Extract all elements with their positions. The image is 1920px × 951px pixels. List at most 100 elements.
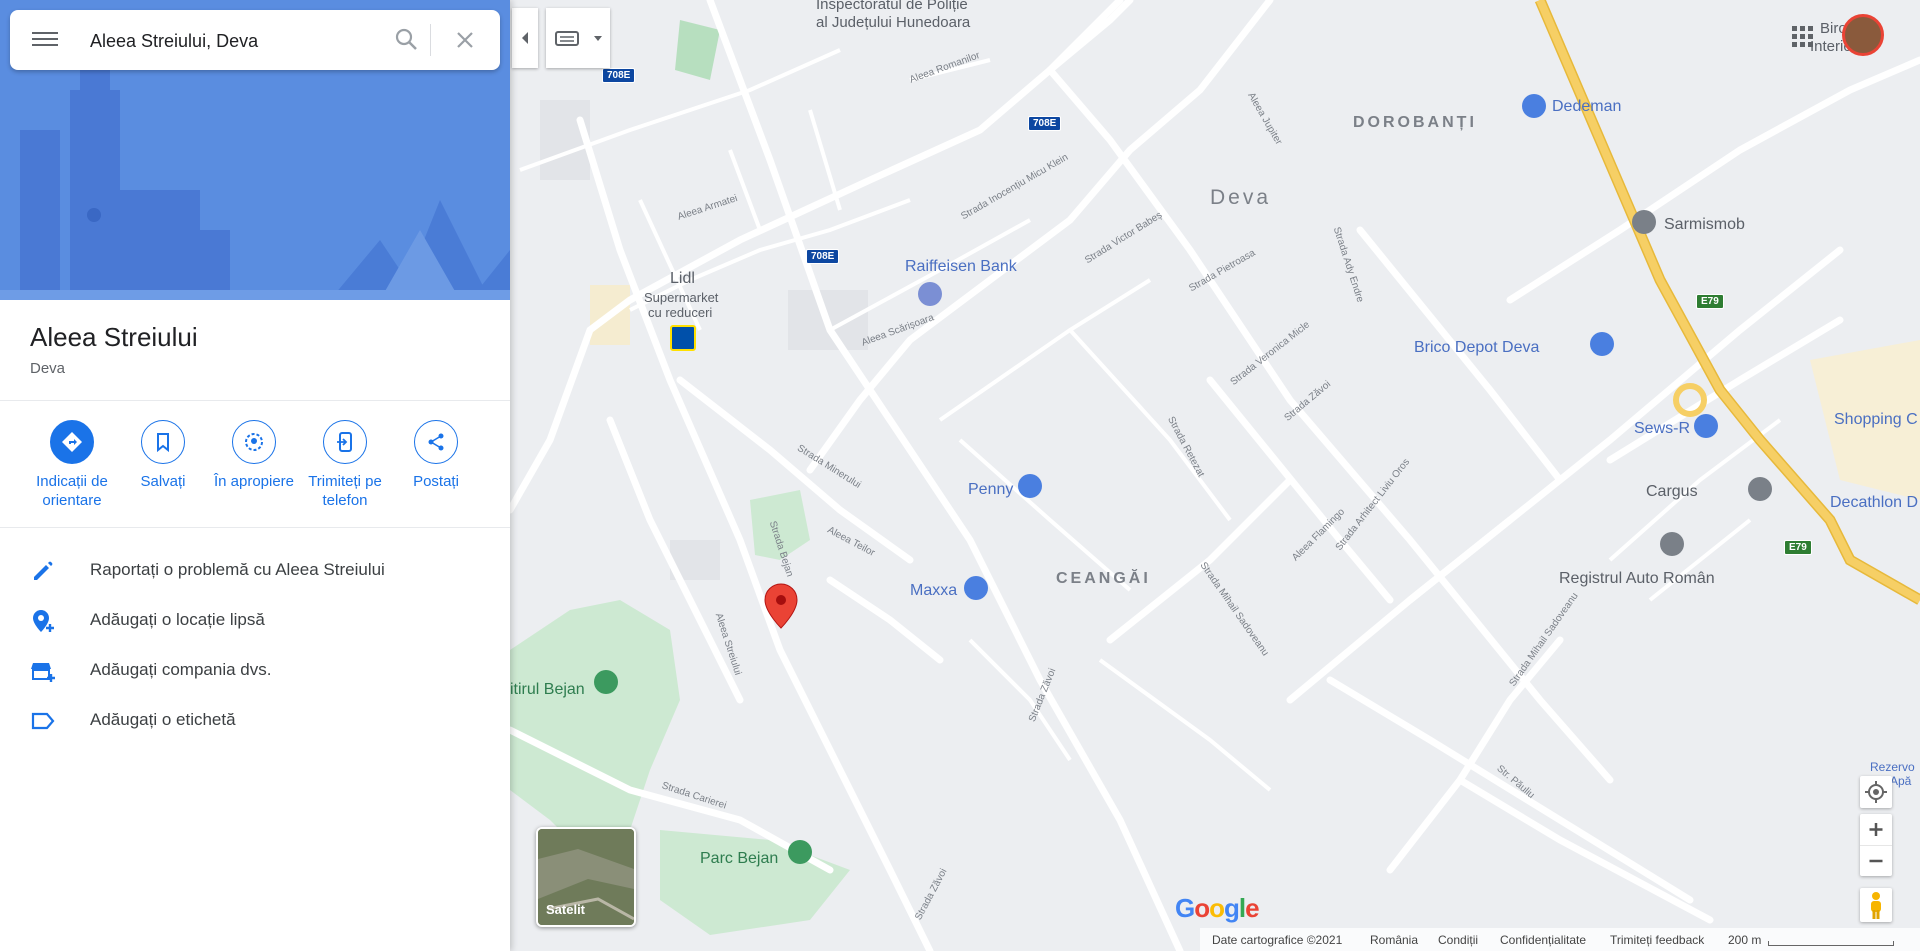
apps-grid-icon[interactable]: [1790, 24, 1816, 50]
search-input[interactable]: [88, 25, 362, 57]
hamburger-icon-line: [32, 44, 58, 46]
divider: [0, 400, 510, 401]
save-button[interactable]: Salvați: [118, 420, 208, 491]
poi-sub-lidl: Supermarket: [644, 290, 719, 305]
action-label: Trimiteți pe telefon: [308, 473, 382, 509]
action-label: Indicații de orientare: [36, 473, 108, 509]
send-to-phone-icon: [323, 420, 367, 464]
minus-icon: [1869, 859, 1883, 863]
avatar[interactable]: [1842, 14, 1884, 56]
row-label: Raportați o problemă cu Aleea Streiului: [90, 560, 385, 579]
add-label-row[interactable]: Adăugați o etichetă: [0, 696, 510, 746]
search-button[interactable]: [394, 27, 420, 53]
bank-icon[interactable]: [918, 282, 942, 306]
directions-button[interactable]: Indicații de orientare: [27, 420, 117, 510]
shopping-bag-icon[interactable]: [1694, 414, 1718, 438]
shopping-cart-icon[interactable]: [1018, 474, 1042, 498]
poi-label-lidl[interactable]: Lidl: [670, 270, 695, 288]
poi-label-inspectorat[interactable]: Inspectoratul de Poliție: [816, 0, 968, 13]
crosshair-icon: [1865, 781, 1887, 803]
shopping-bag-icon[interactable]: [964, 576, 988, 600]
poi-label-parc-bejan[interactable]: Parc Bejan: [700, 850, 778, 868]
satellite-layer-toggle[interactable]: Satelit: [536, 827, 636, 927]
poi-label-cargus[interactable]: Cargus: [1646, 483, 1698, 501]
add-business-row[interactable]: Adăugați compania dvs.: [0, 646, 510, 696]
action-label: În apropiere: [213, 473, 295, 490]
place-panel: Aleea Streiului Deva Indicații de orient…: [0, 0, 510, 951]
collapse-panel-button[interactable]: [512, 8, 538, 68]
shopping-bag-icon[interactable]: [1522, 94, 1546, 118]
action-label: Salvați: [140, 473, 186, 490]
send-to-phone-button[interactable]: Trimiteți pe telefon: [300, 420, 390, 510]
place-title: Aleea Streiului: [30, 322, 198, 352]
scale-label[interactable]: 200 m: [1728, 933, 1761, 947]
keyboard-icon: [555, 31, 602, 46]
poi-label-rezervor[interactable]: Rezervo: [1870, 760, 1915, 774]
zoom-control: [1860, 814, 1892, 876]
country-link[interactable]: România: [1370, 933, 1418, 947]
poi-label-registrul[interactable]: Registrul Auto Român: [1559, 570, 1715, 588]
poi-label-penny[interactable]: Penny: [968, 481, 1013, 499]
lidl-logo-icon[interactable]: [670, 325, 696, 351]
selected-location-pin-icon[interactable]: [764, 583, 798, 629]
poi-label-brico[interactable]: Brico Depot Deva: [1414, 339, 1539, 357]
action-label: Postați: [413, 473, 459, 490]
government-building-icon[interactable]: [1660, 532, 1684, 556]
hamburger-icon-line: [32, 38, 58, 40]
shopping-bag-icon[interactable]: [1590, 332, 1614, 356]
share-button[interactable]: Postați: [391, 420, 481, 491]
poi-label-shopping[interactable]: Shopping C: [1834, 411, 1918, 429]
share-icon: [414, 420, 458, 464]
my-location-button[interactable]: [1860, 776, 1892, 808]
route-shield-e79: E79: [1784, 540, 1812, 555]
nearby-icon: [232, 420, 276, 464]
place-pin-icon[interactable]: [1632, 210, 1656, 234]
google-logo: Google: [1175, 893, 1260, 923]
add-location-icon: [33, 610, 54, 632]
poi-label-maxxa[interactable]: Maxxa: [910, 582, 957, 600]
terms-link[interactable]: Condiții: [1438, 933, 1478, 947]
district-label-dorobanti: DOROBANȚI: [1353, 114, 1477, 131]
poi-label-inspectorat[interactable]: al Județului Hunedoara: [816, 14, 970, 31]
row-label: Adăugați o etichetă: [90, 710, 236, 729]
tree-icon[interactable]: [788, 840, 812, 864]
nearby-button[interactable]: În apropiere: [209, 420, 299, 491]
poi-label-rezervor[interactable]: Apă: [1890, 774, 1911, 788]
search-icon: [395, 28, 417, 50]
poi-label-dedeman[interactable]: Dedeman: [1552, 98, 1621, 116]
feedback-link[interactable]: Trimiteți feedback: [1610, 933, 1704, 947]
tree-icon[interactable]: [594, 670, 618, 694]
district-label-ceangai: CEANGĂI: [1056, 570, 1151, 587]
poi-label-sarmismob[interactable]: Sarmismob: [1664, 216, 1745, 234]
pegman-icon: [1871, 892, 1881, 919]
search-divider: [430, 24, 431, 56]
add-missing-place-row[interactable]: Adăugați o locație lipsă: [0, 596, 510, 646]
menu-button[interactable]: [32, 28, 58, 52]
scale-bar: [1768, 941, 1894, 946]
city-label: Deva: [1210, 186, 1272, 209]
hamburger-icon: [32, 32, 58, 34]
bookmark-icon: [141, 420, 185, 464]
chevron-left-icon: [522, 32, 528, 44]
clear-search-button[interactable]: [452, 27, 478, 53]
zoom-in-button[interactable]: [1860, 814, 1892, 845]
pencil-icon: [34, 561, 53, 580]
place-pin-icon[interactable]: [1748, 477, 1772, 501]
poi-label-bejan-site[interactable]: itirul Bejan: [510, 681, 585, 699]
route-shield-708e: 708E: [806, 249, 840, 264]
poi-label-sewsr[interactable]: Sews-R: [1634, 420, 1690, 438]
street-view-pegman-button[interactable]: [1860, 888, 1892, 922]
report-problem-row[interactable]: Raportați o problemă cu Aleea Streiului: [0, 546, 510, 596]
divider: [0, 527, 510, 528]
satellite-label: Satelit: [546, 902, 586, 917]
poi-label-raiffeisen[interactable]: Raiffeisen Bank: [905, 258, 1017, 276]
zoom-out-button[interactable]: [1860, 845, 1892, 877]
map-data-attribution: Date cartografice ©2021: [1212, 933, 1343, 947]
map-canvas[interactable]: 708E 708E 708E E79 E79 Deva DOROBANȚI CE…: [510, 0, 1920, 951]
input-tools-button[interactable]: [546, 8, 610, 68]
privacy-link[interactable]: Confidențialitate: [1500, 933, 1586, 947]
close-icon: [457, 32, 473, 48]
directions-icon: [50, 420, 94, 464]
row-label: Adăugați o locație lipsă: [90, 610, 265, 629]
poi-label-decathlon[interactable]: Decathlon D: [1830, 494, 1918, 512]
